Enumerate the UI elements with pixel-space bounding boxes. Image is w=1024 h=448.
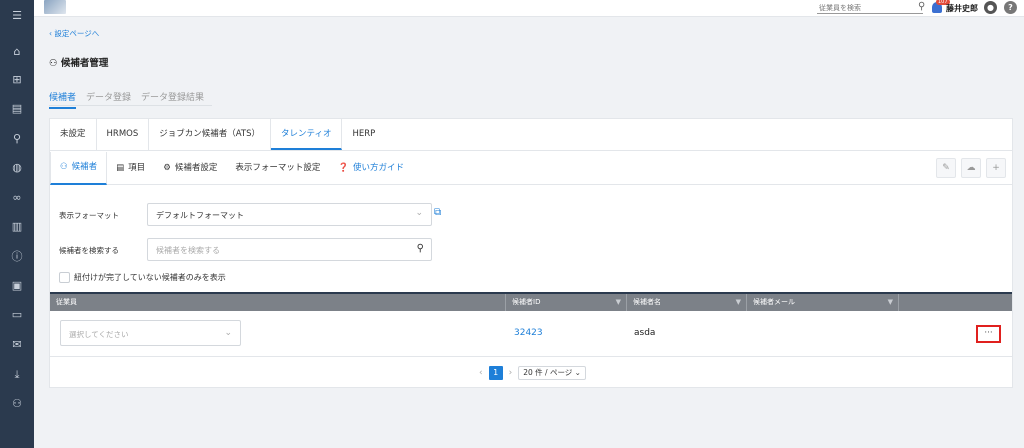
book-icon[interactable]: ▭	[7, 307, 27, 323]
tab-data-import-results[interactable]: データ登録結果	[141, 90, 204, 109]
ats-tab-unset[interactable]: 未設定	[50, 119, 97, 150]
next-page-icon[interactable]: ›	[509, 368, 513, 378]
user-avatar-icon[interactable]: ●	[984, 1, 997, 14]
chevron-down-icon: ⌄	[415, 208, 423, 218]
page-size-value: 20 件 / ページ	[523, 368, 573, 377]
org-chart-icon[interactable]: ⊞	[7, 72, 27, 88]
table-header: 従業員 候補者ID ▼ 候補者名 ▼ 候補者メール ▼	[50, 292, 1012, 311]
candidate-search-placeholder: 候補者を検索する	[156, 246, 220, 255]
list-icon: ▤	[116, 162, 125, 173]
page-number[interactable]: 1	[488, 366, 503, 380]
help-icon[interactable]: ?	[1004, 1, 1017, 14]
tab-candidates[interactable]: 候補者	[49, 90, 77, 109]
page-title: ⚇ 候補者管理	[49, 55, 108, 69]
ats-tab-herp[interactable]: HERP	[342, 119, 385, 150]
menu-icon[interactable]: ☰	[7, 8, 27, 24]
help-circle-icon: ❓	[338, 162, 349, 173]
home-icon[interactable]: ⌂	[7, 44, 27, 60]
download-icon[interactable]: ⤓	[7, 367, 27, 383]
unlinked-only-label[interactable]: 紐付けが完了していない候補者のみを表示	[74, 272, 226, 283]
ats-tab-jobcan[interactable]: ジョブカン候補者（ATS）	[149, 119, 271, 150]
candidate-name: asda	[634, 328, 656, 338]
col-candidate-id[interactable]: 候補者ID ▼	[506, 294, 627, 311]
search-label: 候補者を検索する	[59, 246, 119, 255]
filter-icon[interactable]: ▼	[888, 294, 893, 311]
back-link[interactable]: ‹ 設定ページへ	[49, 28, 99, 39]
document-icon[interactable]: ▤	[7, 101, 27, 117]
table-row: 選択してください ⌄ 32423 asda ···	[50, 311, 1012, 357]
search-icon[interactable]: ⚲	[7, 131, 27, 147]
subtab-candidate-settings[interactable]: ⚙ 候補者設定	[154, 153, 226, 184]
candidate-icon: ⚇	[49, 58, 58, 69]
employee-select-placeholder: 選択してください	[69, 330, 129, 339]
toolbar: ✎ ☁ +	[936, 158, 1006, 178]
format-select-value: デフォルトフォーマット	[156, 211, 244, 220]
pagination: ‹ 1 › 20 件 / ページ ⌄	[479, 366, 586, 380]
edit-icon[interactable]: ✎	[936, 158, 956, 178]
subtab-display-format[interactable]: 表示フォーマット設定	[226, 153, 329, 184]
col-label: 候補者メール	[753, 298, 795, 306]
topbar: 従業員を検索 ⚲ 107 藤井史郎 ● ?	[34, 0, 1024, 17]
subtab-label: 表示フォーマット設定	[235, 162, 321, 173]
sub-tabs: ⚇ 候補者 ▤ 項目 ⚙ 候補者設定 表示フォーマット設定 ❓ 使い方ガイド	[50, 151, 1012, 185]
user-settings-icon[interactable]: ⚇	[7, 396, 27, 412]
mail-icon[interactable]: ✉	[7, 337, 27, 353]
back-link-label: 設定ページへ	[54, 29, 100, 38]
info-icon[interactable]: ⓘ	[7, 249, 27, 265]
link-icon[interactable]: ∞	[7, 190, 27, 206]
ats-tab-talentio[interactable]: タレンティオ	[270, 119, 343, 150]
subtab-label: 項目	[128, 162, 146, 173]
person-icon: ⚇	[60, 161, 68, 172]
chevron-down-icon: ⌄	[224, 328, 232, 338]
candidate-panel: 未設定 HRMOS ジョブカン候補者（ATS） タレンティオ HERP ⚇ 候補者…	[49, 118, 1013, 388]
gear-icon: ⚙	[163, 162, 171, 173]
ats-tab-hrmos[interactable]: HRMOS	[97, 119, 150, 150]
chat-icon[interactable]: ◍	[7, 160, 27, 176]
candidate-search-input[interactable]: 候補者を検索する ⚲	[147, 238, 432, 261]
subtab-label: 候補者設定	[174, 162, 218, 173]
unlinked-only-checkbox[interactable]	[59, 272, 70, 283]
col-employee[interactable]: 従業員	[50, 294, 506, 311]
subtab-candidates[interactable]: ⚇ 候補者	[50, 151, 108, 185]
chart-icon[interactable]: ▥	[7, 219, 27, 235]
page-title-text: 候補者管理	[60, 58, 109, 69]
user-name[interactable]: 藤井史郎	[946, 3, 978, 14]
sidebar: ☰ ⌂ ⊞ ▤ ⚲ ◍ ∞ ▥ ⓘ ▣ ▭ ✉ ⤓ ⚇	[0, 0, 34, 448]
main-tabs: 候補者 データ登録 データ登録結果	[49, 90, 204, 109]
tab-data-import[interactable]: データ登録	[86, 90, 131, 109]
ats-tabs: 未設定 HRMOS ジョブカン候補者（ATS） タレンティオ HERP	[50, 119, 1012, 151]
page-size-select[interactable]: 20 件 / ページ ⌄	[518, 366, 586, 380]
candidate-id-link[interactable]: 32423	[514, 328, 543, 338]
usage-guide-link[interactable]: ❓ 使い方ガイド	[329, 153, 413, 184]
format-label: 表示フォーマット	[59, 211, 119, 220]
subtab-label: 使い方ガイド	[352, 162, 404, 173]
col-candidate-email[interactable]: 候補者メール ▼	[747, 294, 899, 311]
id-card-icon[interactable]: ▣	[7, 278, 27, 294]
employee-search-input[interactable]: 従業員を検索	[817, 2, 923, 14]
search-icon[interactable]: ⚲	[417, 243, 424, 254]
company-logo[interactable]	[44, 0, 66, 14]
external-link-icon[interactable]: ⧉	[434, 207, 441, 218]
filter-icon[interactable]: ▼	[736, 294, 741, 311]
search-icon[interactable]: ⚲	[918, 1, 925, 12]
more-actions-button[interactable]: ···	[976, 325, 1001, 343]
subtab-label: 候補者	[71, 161, 98, 172]
plus-icon[interactable]: +	[986, 158, 1006, 178]
col-label: 候補者名	[633, 298, 661, 306]
subtab-fields[interactable]: ▤ 項目	[107, 153, 154, 184]
format-select[interactable]: デフォルトフォーマット ⌄	[147, 203, 432, 226]
cloud-upload-icon[interactable]: ☁	[961, 158, 981, 178]
employee-select[interactable]: 選択してください ⌄	[60, 320, 241, 346]
col-label: 候補者ID	[512, 298, 541, 306]
filter-icon[interactable]: ▼	[616, 294, 621, 311]
prev-page-icon[interactable]: ‹	[479, 368, 483, 378]
col-candidate-name[interactable]: 候補者名 ▼	[627, 294, 747, 311]
